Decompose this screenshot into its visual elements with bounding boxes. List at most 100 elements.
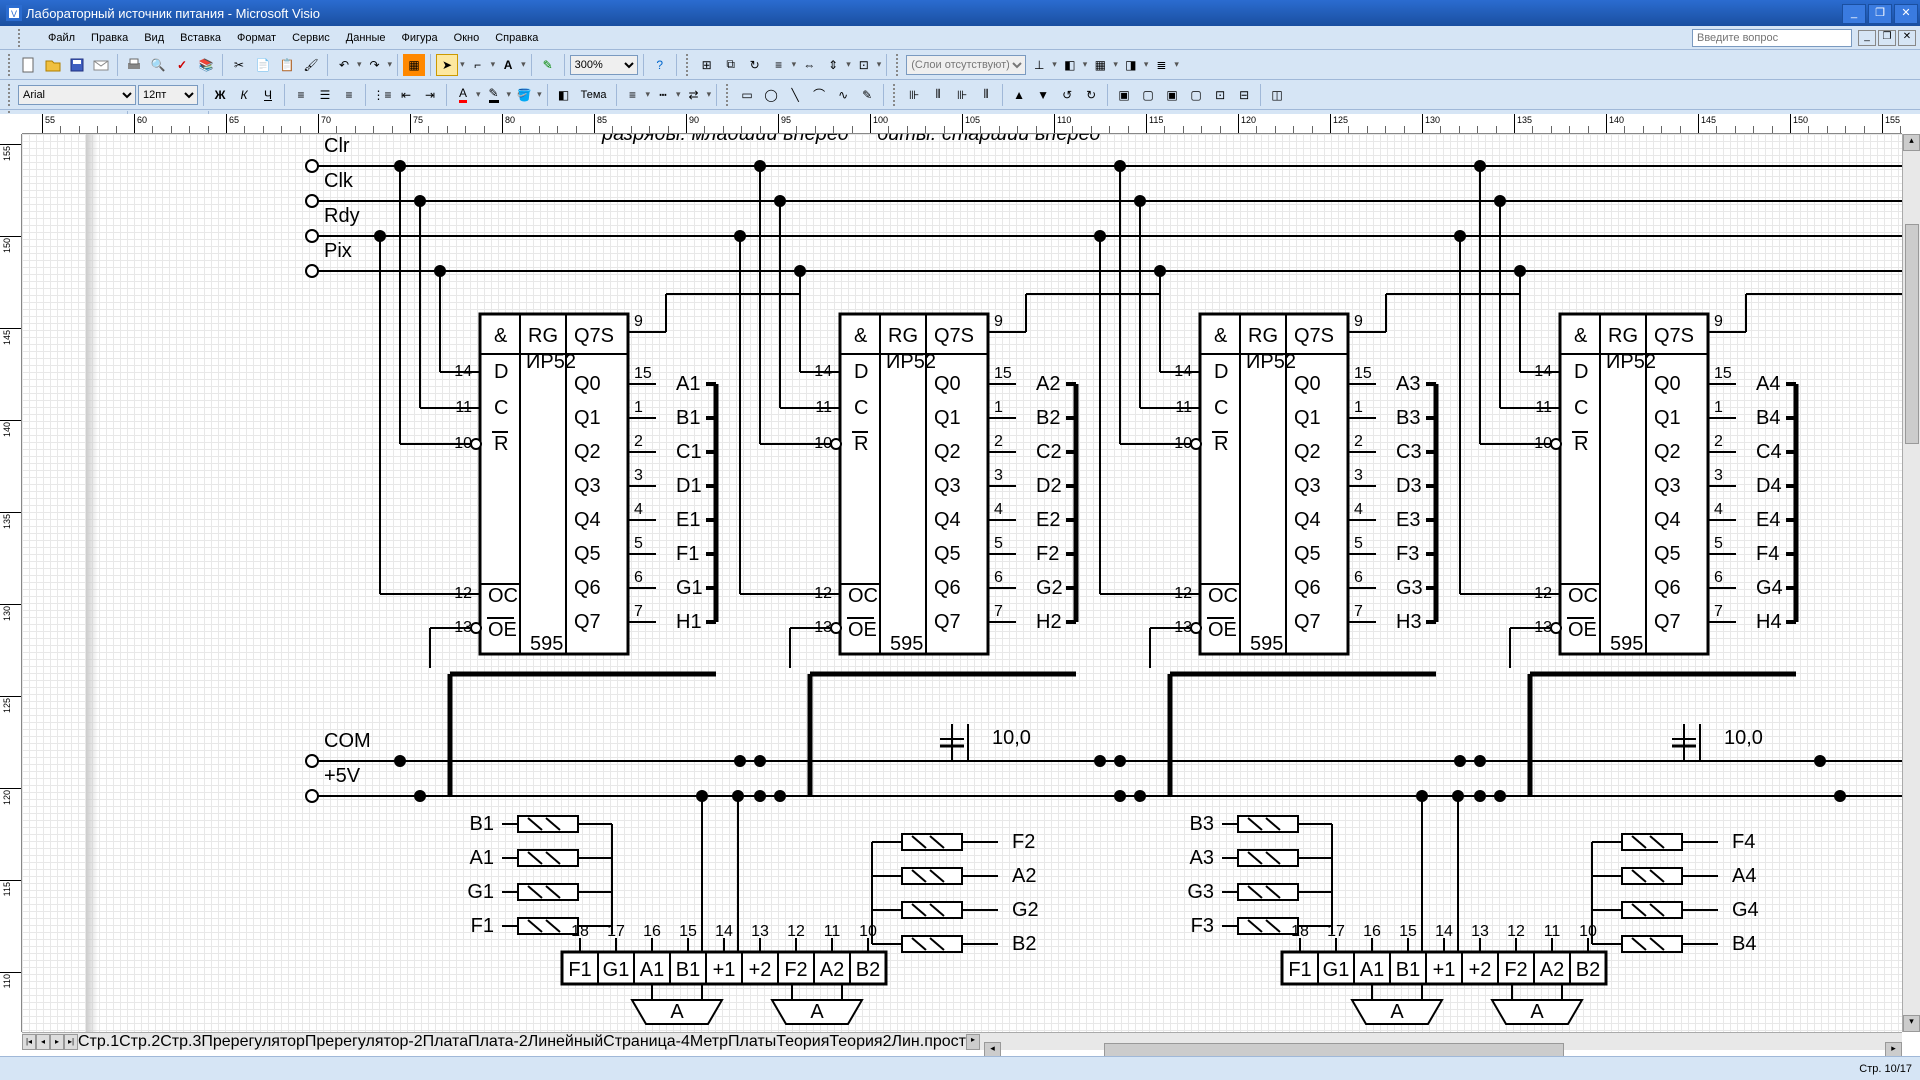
page-tab[interactable]: Линейный xyxy=(528,1033,603,1051)
page-tab[interactable]: Пререгулятор-2 xyxy=(305,1033,423,1051)
menu-edit[interactable]: Правка xyxy=(83,29,136,47)
bold-button[interactable]: Ж xyxy=(209,84,231,106)
help-button[interactable]: ? xyxy=(649,54,671,76)
drawing-canvas[interactable]: разряды: младший впередбиты: старший впе… xyxy=(22,134,1902,1032)
front-btn[interactable]: ▣ xyxy=(1113,84,1135,106)
rect-tool[interactable]: ▭ xyxy=(736,84,758,106)
page-tab[interactable]: Платы xyxy=(728,1033,776,1051)
zoom-select[interactable]: 300% xyxy=(570,55,638,75)
undo-button[interactable]: ↶ xyxy=(333,54,355,76)
rot-btn2[interactable]: ↻ xyxy=(1080,84,1102,106)
arc-tool[interactable]: ⌒ xyxy=(808,84,830,106)
snap-grid-button[interactable]: ⊞ xyxy=(696,54,718,76)
save-button[interactable] xyxy=(66,54,88,76)
font-color-button[interactable]: A xyxy=(452,84,474,106)
fontsize-select[interactable]: 12пт xyxy=(138,85,198,105)
menu-format[interactable]: Формат xyxy=(229,29,284,47)
page-tab[interactable]: Плата-2 xyxy=(468,1033,528,1051)
minimize-button[interactable]: _ xyxy=(1842,4,1866,24)
spell-button[interactable]: ✓ xyxy=(171,54,193,76)
align-button[interactable]: ≡ xyxy=(768,54,790,76)
shapes-window-button[interactable]: ▦ xyxy=(403,54,425,76)
tab-scroll[interactable]: ▸ xyxy=(966,1034,980,1050)
layer-btn3[interactable]: ▦ xyxy=(1089,54,1111,76)
page-tab[interactable]: Метр xyxy=(690,1033,728,1051)
rotate-button[interactable]: ↻ xyxy=(744,54,766,76)
print-button[interactable] xyxy=(123,54,145,76)
layer-btn5[interactable]: ≣ xyxy=(1150,54,1172,76)
new-button[interactable] xyxy=(18,54,40,76)
flip-v-button[interactable]: ⇕ xyxy=(822,54,844,76)
help-search[interactable] xyxy=(1692,29,1852,47)
align-left-button[interactable]: ≡ xyxy=(290,84,312,106)
menu-help[interactable]: Справка xyxy=(487,29,546,47)
group2-btn[interactable]: ⊡ xyxy=(1209,84,1231,106)
line-pattern-button[interactable]: ┅ xyxy=(652,84,674,106)
ink-button[interactable]: ✎ xyxy=(537,54,559,76)
page-tab[interactable]: Теория xyxy=(776,1033,829,1051)
indent-inc-button[interactable]: ⇥ xyxy=(419,84,441,106)
underline-button[interactable]: Ч xyxy=(257,84,279,106)
page-tab[interactable]: Плата xyxy=(423,1033,468,1051)
page-tab[interactable]: Стр.2 xyxy=(119,1033,160,1051)
layer-btn2[interactable]: ◧ xyxy=(1059,54,1081,76)
distr-btn[interactable]: ⊪ xyxy=(903,84,925,106)
close-button[interactable]: ✕ xyxy=(1894,4,1918,24)
distr-btn2[interactable]: ⫴ xyxy=(927,84,949,106)
menu-data[interactable]: Данные xyxy=(338,29,394,47)
maximize-button[interactable]: ❐ xyxy=(1868,4,1892,24)
page-tab[interactable]: Стр.1 xyxy=(78,1033,119,1051)
distr-btn4[interactable]: ⫴ xyxy=(975,84,997,106)
indent-dec-button[interactable]: ⇤ xyxy=(395,84,417,106)
flip-btn[interactable]: ▲ xyxy=(1008,84,1030,106)
line-ends-button[interactable]: ⇄ xyxy=(683,84,705,106)
page-tab[interactable]: Теория2 xyxy=(829,1033,891,1051)
layer-btn4[interactable]: ◨ xyxy=(1120,54,1142,76)
doc-minimize[interactable]: _ xyxy=(1858,30,1876,46)
menu-shape[interactable]: Фигура xyxy=(394,29,446,47)
line-tool[interactable]: ╲ xyxy=(784,84,806,106)
layers-select[interactable]: (Слои отсутствуют) xyxy=(906,55,1026,75)
ungroup-btn[interactable]: ⊟ xyxy=(1233,84,1255,106)
tab-last[interactable]: ▸| xyxy=(64,1034,78,1050)
menu-tools[interactable]: Сервис xyxy=(284,29,338,47)
page-tab[interactable]: Лин.прост xyxy=(891,1033,966,1051)
menu-window[interactable]: Окно xyxy=(446,29,488,47)
connector-button[interactable]: ⌐ xyxy=(467,54,489,76)
ellipse-tool[interactable]: ◯ xyxy=(760,84,782,106)
research-button[interactable]: 📚 xyxy=(195,54,217,76)
backward-btn[interactable]: ▢ xyxy=(1185,84,1207,106)
crop-button[interactable]: ⧉ xyxy=(720,54,742,76)
extra-btn[interactable]: ◫ xyxy=(1266,84,1288,106)
scrollbar-vertical[interactable]: ▴ ▾ xyxy=(1902,134,1920,1032)
pencil-tool[interactable]: ✎ xyxy=(856,84,878,106)
italic-button[interactable]: К xyxy=(233,84,255,106)
flip-h-button[interactable]: ⇔ xyxy=(798,54,820,76)
freeform-tool[interactable]: ∿ xyxy=(832,84,854,106)
mail-button[interactable] xyxy=(90,54,112,76)
theme-button[interactable]: ◧ xyxy=(553,84,575,106)
page-tab[interactable]: Стр.3 xyxy=(160,1033,201,1051)
menu-file[interactable]: Файл xyxy=(40,29,83,47)
tab-prev[interactable]: ◂ xyxy=(36,1034,50,1050)
layer-btn1[interactable]: ⊥ xyxy=(1028,54,1050,76)
text-button[interactable]: A xyxy=(497,54,519,76)
line-color-button[interactable]: ✎ xyxy=(483,84,505,106)
paste-button[interactable]: 📋 xyxy=(276,54,298,76)
flip-btn2[interactable]: ▼ xyxy=(1032,84,1054,106)
copy-button[interactable]: 📄 xyxy=(252,54,274,76)
open-button[interactable] xyxy=(42,54,64,76)
rot-btn[interactable]: ↺ xyxy=(1056,84,1078,106)
scrollbar-horizontal[interactable] xyxy=(1104,1043,1564,1057)
menu-view[interactable]: Вид xyxy=(136,29,172,47)
menu-insert[interactable]: Вставка xyxy=(172,29,229,47)
group-button[interactable]: ⊡ xyxy=(853,54,875,76)
pointer-button[interactable]: ➤ xyxy=(436,54,458,76)
align-right-button[interactable]: ≡ xyxy=(338,84,360,106)
back-btn[interactable]: ▢ xyxy=(1137,84,1159,106)
doc-restore[interactable]: ❐ xyxy=(1878,30,1896,46)
redo-button[interactable]: ↷ xyxy=(364,54,386,76)
tab-next[interactable]: ▸ xyxy=(50,1034,64,1050)
bullets-button[interactable]: ⋮≡ xyxy=(371,84,393,106)
page-tab[interactable]: Страница-4 xyxy=(603,1033,690,1051)
